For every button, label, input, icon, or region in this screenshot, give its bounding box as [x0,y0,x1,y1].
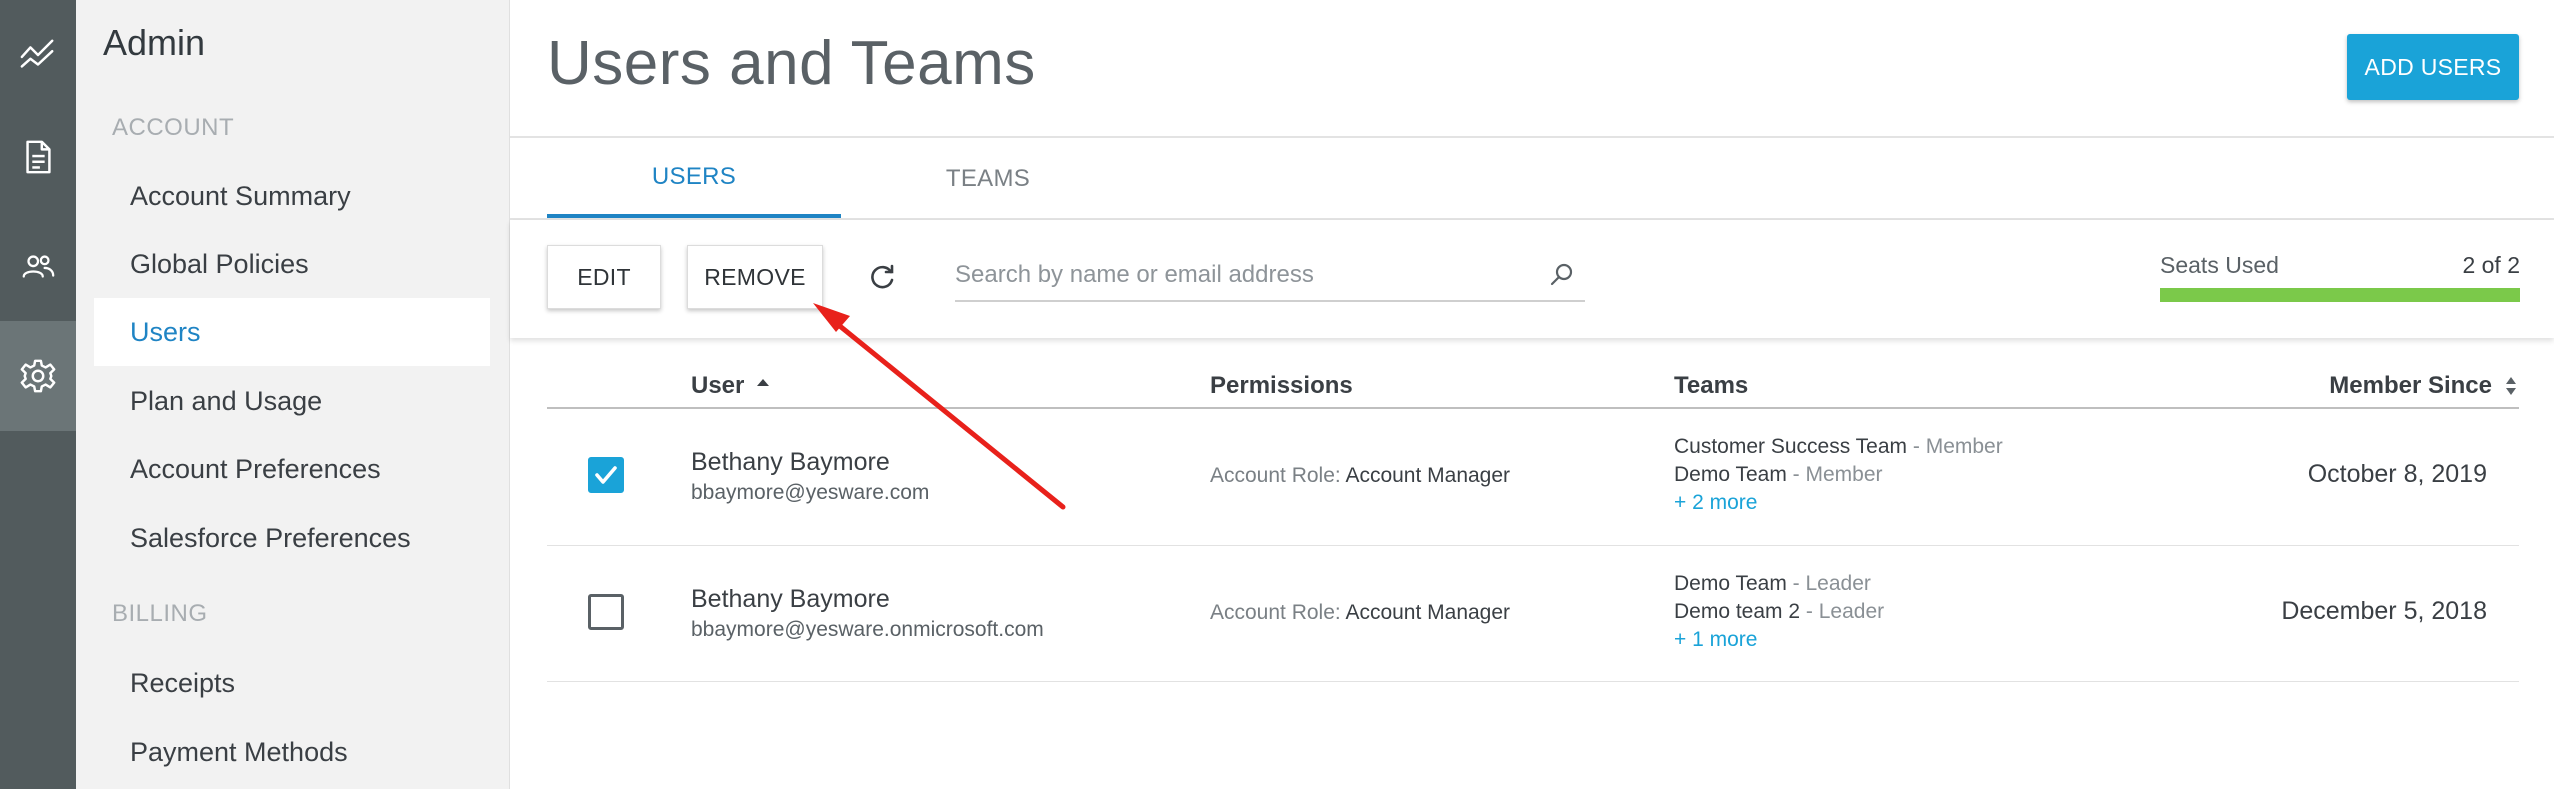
sidebar-item-users[interactable]: Users [94,298,490,366]
column-header-member-since-label: Member Since [2329,372,2492,399]
seats-progress-bar [2160,288,2520,302]
tab-teams[interactable]: TEAMS [841,140,1135,218]
team-name: Demo team 2 [1674,600,1801,623]
user-name: Bethany Baymore [691,448,890,476]
member-since-date: October 8, 2019 [2307,460,2487,488]
sidebar-item-payment-methods[interactable]: Payment Methods [94,718,490,786]
admin-sidebar: Admin ACCOUNT Account Summary Global Pol… [76,0,510,789]
icon-rail [0,0,76,789]
sidebar-item-plan-and-usage[interactable]: Plan and Usage [94,367,490,435]
sidebar-item-salesforce-preferences[interactable]: Salesforce Preferences [94,504,490,572]
checkmark-icon [595,466,617,484]
rail-analytics-button[interactable] [0,0,76,110]
team-role: - Leader [1805,600,1885,623]
permission-key: Account Role: [1210,464,1341,487]
sort-icon [2506,377,2516,395]
row-select-checkbox[interactable] [588,457,624,493]
people-icon [22,255,55,278]
rail-teams-button[interactable] [0,212,76,322]
column-header-user[interactable]: User [691,372,772,400]
team-entry: Demo Team - Member [1674,463,1883,487]
more-teams-link[interactable]: + 1 more [1674,628,1757,652]
analytics-icon [20,39,54,68]
table-row-divider [547,545,2519,546]
sidebar-item-account-summary[interactable]: Account Summary [94,162,490,230]
sidebar-item-account-preferences[interactable]: Account Preferences [94,435,490,503]
column-header-permissions: Permissions [1210,372,1353,399]
main-content: Users and Teams ADD USERS USERS TEAMS ED… [510,0,2554,789]
user-permission: Account Role: Account Manager [1210,601,1510,625]
sidebar-title: Admin [103,22,206,63]
table-header-divider [547,407,2519,409]
annotation-arrow [813,303,1066,510]
add-users-button[interactable]: ADD USERS [2347,34,2519,100]
user-name: Bethany Baymore [691,585,890,613]
sort-ascending-icon [757,379,770,386]
permission-value: Account Manager [1345,464,1511,487]
team-name: Customer Success Team [1674,435,1908,458]
gear-icon [20,359,56,393]
column-header-user-label: User [691,372,745,399]
seats-used-label: Seats Used [2160,252,2279,278]
rail-reports-button[interactable] [0,102,76,212]
sidebar-section-billing: BILLING [112,600,208,627]
team-role: - Leader [1792,572,1871,595]
team-entry: Demo team 2 - Leader [1674,600,1884,624]
page-title: Users and Teams [547,29,1036,98]
sidebar-section-account: ACCOUNT [112,114,235,141]
search-input[interactable] [955,250,1535,300]
team-name: Demo Team [1674,463,1787,486]
rail-settings-button[interactable] [0,321,76,431]
column-header-member-since[interactable]: Member Since [2329,372,2520,400]
seats-used-count: 2 of 2 [2462,252,2520,278]
more-teams-link[interactable]: + 2 more [1674,491,1757,515]
team-role: - Member [1912,435,2003,458]
users-toolbar: EDIT REMOVE Seats Used 2 of 2 [510,220,2554,338]
team-role: - Member [1792,463,1883,486]
user-permission: Account Role: Account Manager [1210,464,1510,488]
team-name: Demo Team [1674,572,1787,595]
permission-key: Account Role: [1210,601,1341,624]
user-email: bbaymore@yesware.com [691,481,930,504]
search-box [955,250,1585,302]
permission-value: Account Manager [1345,601,1511,624]
search-icon[interactable] [1549,262,1575,288]
remove-button[interactable]: REMOVE [687,245,823,309]
refresh-icon[interactable] [865,260,899,294]
sidebar-item-receipts[interactable]: Receipts [94,649,490,717]
header-divider [510,136,2554,138]
team-entry: Customer Success Team - Member [1674,435,2003,459]
user-email: bbaymore@yesware.onmicrosoft.com [691,618,1044,641]
row-select-checkbox[interactable] [588,594,624,630]
team-entry: Demo Team - Leader [1674,572,1871,596]
edit-button[interactable]: EDIT [547,245,661,309]
seats-progress-fill [2160,288,2520,302]
tab-users[interactable]: USERS [547,140,841,218]
table-row-divider [547,681,2519,682]
sidebar-item-global-policies[interactable]: Global Policies [94,230,490,298]
column-header-teams: Teams [1674,372,1749,399]
document-icon [26,140,51,174]
member-since-date: December 5, 2018 [2281,597,2487,625]
